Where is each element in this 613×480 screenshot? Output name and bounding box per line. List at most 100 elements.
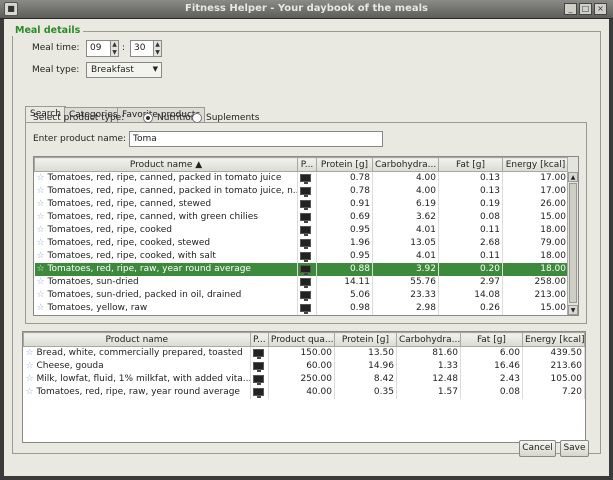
hour-spinner-buttons[interactable]: ▲ ▼ [110,40,119,57]
star-icon[interactable]: ☆ [26,361,37,371]
table-row[interactable]: ☆ Tomatoes, red, ripe, cooked 0.95 4.01 0… [34,223,569,237]
chevron-up-icon[interactable]: ▲ [111,41,118,49]
table-row[interactable]: ☆ Tomatoes, red, ripe, raw, year round av… [23,385,585,399]
product-name: Cheese, gouda [36,361,104,371]
monitor-icon [300,199,311,210]
table-row[interactable]: ☆ Tomatoes, red, ripe, cooked, with salt … [34,249,569,263]
col-protein[interactable]: Protein [g] [316,157,373,172]
energy-cell: 105.00 [522,372,585,386]
fat-cell: 0.11 [438,249,503,263]
chevron-down-icon[interactable]: ▼ [154,49,161,57]
scroll-up-icon[interactable]: ▲ [568,172,578,182]
star-icon[interactable]: ☆ [37,264,48,274]
table-row[interactable]: ☆ Tomatoes, sun-dried, packed in oil, dra… [34,288,569,302]
results-scrollbar[interactable]: ▲ ▼ [567,157,578,315]
quantity-cell[interactable]: 40.00 [268,385,335,399]
col-carbohydrates[interactable]: Carbohydra... [372,157,439,172]
fat-cell: 0.11 [438,223,503,237]
title-bar: ■ Fitness Helper - Your daybook of the m… [0,0,613,19]
protein-cell: 0.91 [316,197,373,211]
star-icon[interactable]: ☆ [37,173,48,183]
monitor-icon [300,173,311,184]
monitor-icon [300,303,311,314]
carb-cell: 4.00 [372,184,439,198]
minimize-icon[interactable]: _ [564,3,577,15]
carb-cell: 6.19 [372,197,439,211]
star-icon[interactable]: ☆ [37,290,48,300]
col-energy[interactable]: Energy [kcal] [502,157,569,172]
window-title: Fitness Helper - Your daybook of the mea… [185,3,428,14]
star-icon[interactable]: ☆ [37,303,48,313]
star-icon[interactable]: ☆ [37,251,48,261]
product-name-label: Enter product name: [33,134,127,144]
star-icon[interactable]: ☆ [37,186,48,196]
scroll-down-icon[interactable]: ▼ [568,305,578,315]
carb-cell: 23.33 [372,288,439,302]
star-icon[interactable]: ☆ [26,387,37,397]
save-button[interactable]: Save [560,440,589,457]
fat-cell: 14.08 [438,288,503,302]
col-carbohydrates[interactable]: Carbohydra... [395,332,461,347]
protein-cell: 0.98 [316,301,373,315]
protein-cell: 1.96 [316,236,373,250]
carb-cell: 3.92 [372,262,439,276]
quantity-cell[interactable]: 150.00 [268,346,335,360]
col-p[interactable]: P... [249,332,269,347]
close-icon[interactable]: × [594,3,607,15]
col-quantity[interactable]: Product qua... [267,332,335,347]
col-product-name[interactable]: Product name [23,332,251,347]
monitor-icon [300,225,311,236]
col-product-name[interactable]: Product name ▲ [34,157,298,172]
product-name-input[interactable]: Toma [129,131,383,147]
meal-type-select[interactable]: Breakfast ▼ [86,62,162,78]
quantity-cell[interactable]: 250.00 [268,372,335,386]
star-icon[interactable]: ☆ [37,277,48,287]
quantity-cell[interactable]: 60.00 [268,359,335,373]
chevron-up-icon[interactable]: ▲ [154,41,161,49]
hour-spinner[interactable]: 09 [86,40,111,57]
star-icon[interactable]: ☆ [37,238,48,248]
suplements-label: Suplements [206,113,260,123]
protein-cell: 14.96 [334,359,397,373]
energy-cell: 26.00 [502,197,569,211]
star-icon[interactable]: ☆ [37,199,48,209]
table-row[interactable]: ☆ Cheese, gouda 60.00 14.96 1.33 16.46 21… [23,359,585,373]
star-icon[interactable]: ☆ [37,225,48,235]
table-row[interactable]: ☆ Tomatoes, red, ripe, canned, with green… [34,210,569,224]
protein-cell: 5.06 [316,288,373,302]
star-icon[interactable]: ☆ [37,212,48,222]
monitor-icon [252,361,264,372]
scroll-thumb[interactable] [569,183,577,303]
table-row[interactable]: ☆ Tomatoes, red, ripe, canned, stewed 0.9… [34,197,569,211]
table-row[interactable]: ☆ Tomatoes, sun-dried 14.11 55.76 2.97 25… [34,275,569,289]
energy-cell: 439.50 [522,346,585,360]
col-p[interactable]: P... [297,157,317,172]
energy-cell: 18.00 [502,262,569,276]
col-fat[interactable]: Fat [g] [438,157,503,172]
cancel-button[interactable]: Cancel [519,440,556,457]
table-row[interactable]: ☆ Bread, white, commercially prepared, to… [23,346,585,360]
star-icon[interactable]: ☆ [26,348,37,358]
carb-cell: 1.33 [396,359,461,373]
table-row[interactable]: ☆ Milk, lowfat, fluid, 1% milkfat, with a… [23,372,585,386]
table-row[interactable]: ☆ Tomatoes, red, ripe, cooked, stewed 1.9… [34,236,569,250]
minute-spinner-buttons[interactable]: ▲ ▼ [153,40,162,57]
minute-spinner[interactable]: 30 [130,40,154,57]
nutrition-radio[interactable] [143,113,153,123]
table-row[interactable]: ☆ Tomatoes, red, ripe, canned, packed in … [34,184,569,198]
table-row[interactable]: ☆ Tomatoes, yellow, raw 0.98 2.98 0.26 15… [34,301,569,315]
protein-cell: 0.88 [316,262,373,276]
maximize-icon[interactable]: □ [579,3,592,15]
fat-cell: 0.08 [438,210,503,224]
protein-cell: 0.95 [316,223,373,237]
table-row[interactable]: ☆ Tomatoes, red, ripe, canned, packed in … [34,171,569,185]
suplements-radio[interactable] [192,113,202,123]
table-row-selected[interactable]: ☆ Tomatoes, red, ripe, raw, year round av… [34,262,569,276]
carb-cell: 4.01 [372,249,439,263]
col-fat[interactable]: Fat [g] [459,332,523,347]
nutrition-label: Nutrition [157,113,197,123]
col-energy[interactable]: Energy [kcal] [521,332,585,347]
chevron-down-icon[interactable]: ▼ [111,49,118,57]
star-icon[interactable]: ☆ [26,374,37,384]
col-protein[interactable]: Protein [g] [333,332,397,347]
